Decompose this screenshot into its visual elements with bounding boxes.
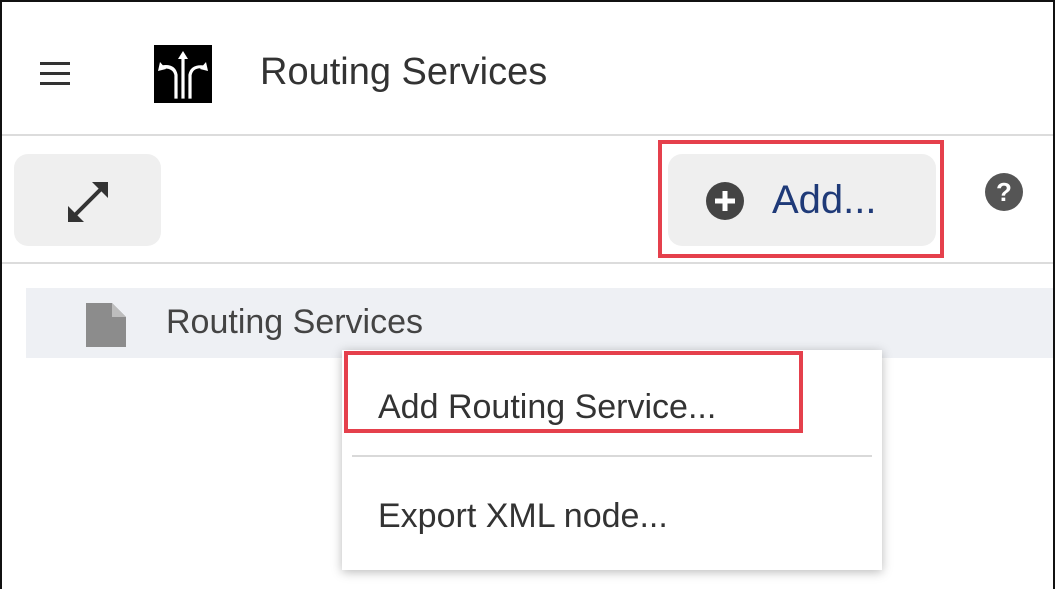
page-title: Routing Services [260,51,548,93]
menu-divider [352,455,872,457]
routing-logo-icon [154,45,212,103]
hamburger-menu-icon[interactable] [40,62,70,86]
app-window: Routing Services Add... ? Routing Servic… [0,0,1055,589]
app-header: Routing Services [2,2,1053,136]
expand-arrows-icon [68,182,108,222]
menu-item-label: Export XML node... [378,497,668,535]
file-icon [86,303,126,347]
tree-item-routing-services[interactable]: Routing Services [26,288,1053,358]
svg-text:?: ? [996,177,1012,207]
menu-item-export-xml-node[interactable]: Export XML node... [342,480,882,550]
question-circle-icon[interactable]: ? [984,172,1024,212]
add-button-highlight [658,140,944,258]
expand-button[interactable] [14,154,161,246]
tree-item-label: Routing Services [166,303,424,341]
toolbar: Add... ? [2,136,1053,264]
menu-item-highlight [344,351,803,433]
